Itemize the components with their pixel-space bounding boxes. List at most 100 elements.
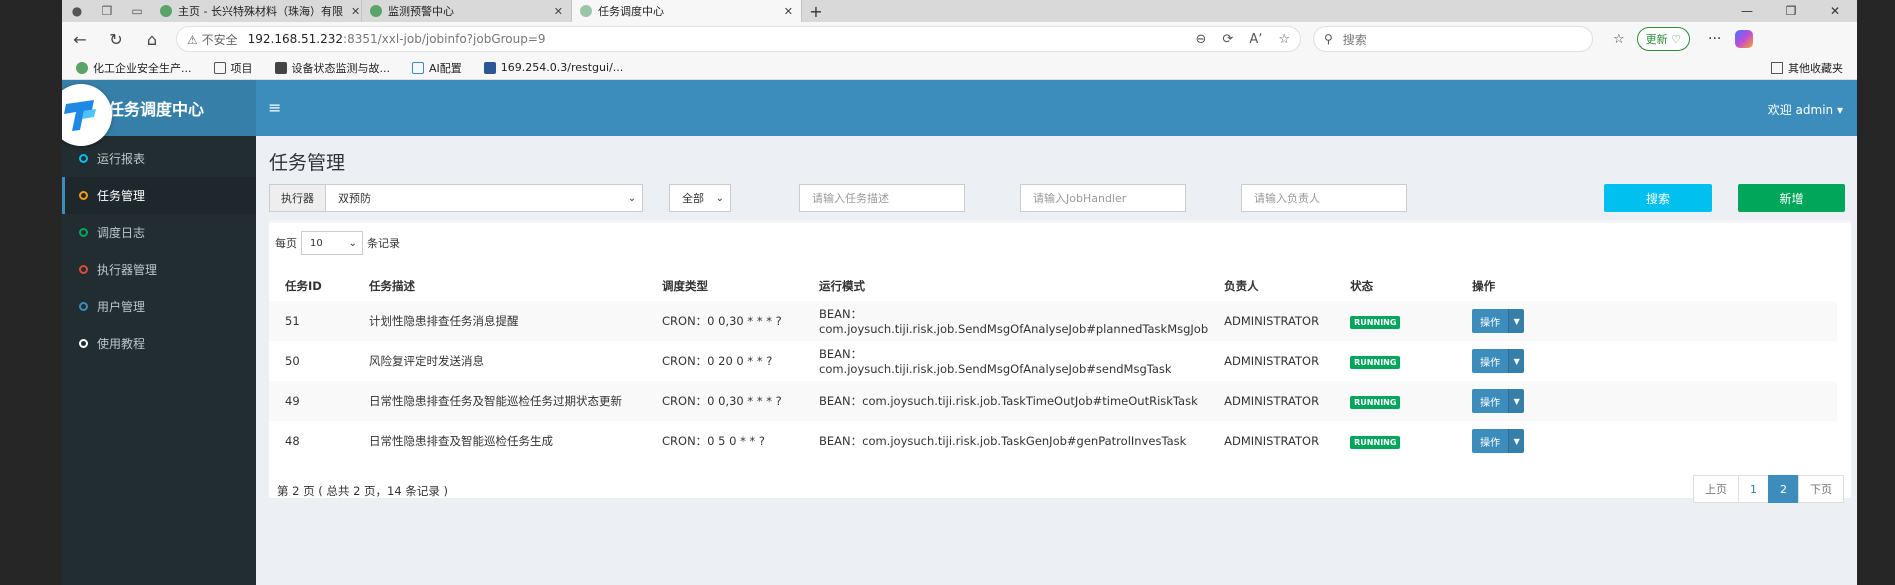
tab-favicon-icon (160, 5, 172, 17)
chevron-down-icon: ⌄ (627, 192, 637, 204)
url-bar[interactable]: ⚠ 不安全 192.168.51.232:8351/xxl-job/jobinf… (176, 26, 1301, 52)
add-button[interactable]: 新增 (1738, 184, 1845, 212)
tab-close-icon[interactable]: ✕ (343, 5, 360, 18)
caret-down-icon[interactable]: ▼ (1508, 309, 1525, 333)
sidebar-item-jobs[interactable]: 任务管理 (62, 177, 256, 214)
tab-home[interactable]: 主页 - 长兴特殊材料（珠海）有限 ✕ (152, 0, 362, 22)
job-author: ADMINISTRATOR (1208, 301, 1335, 341)
operation-dropdown[interactable]: 操作 ▼ (1472, 349, 1525, 373)
bookmark-item[interactable]: 169.254.0.3/restgui/... (483, 61, 623, 74)
executor-select[interactable]: 执行器 双预防 ⌄ (269, 184, 643, 212)
update-button[interactable]: 更新 ♡ (1636, 27, 1691, 51)
sidebar-item-executors[interactable]: 执行器管理 (62, 251, 256, 288)
page-2-button[interactable]: 2 (1768, 475, 1799, 503)
bookmark-item[interactable]: AI配置 (412, 60, 462, 76)
caret-down-icon[interactable]: ▼ (1508, 429, 1525, 453)
tab-label: 任务调度中心 (598, 5, 664, 18)
top-navbar: ≡ 欢迎 admin ▾ (256, 80, 1857, 136)
circle-icon (79, 265, 88, 274)
minimize-icon[interactable]: — (1725, 0, 1769, 22)
filter-bar: 执行器 双预防 ⌄ 全部 ⌄ 请输入任务描述 请输入JobHandler 请输入… (269, 184, 1851, 212)
logo-icon (64, 100, 96, 131)
column-header: 负责人 (1224, 279, 1259, 293)
job-author: ADMINISTRATOR (1208, 381, 1335, 421)
next-page-button[interactable]: 下页 (1798, 475, 1844, 503)
tab-close-icon[interactable]: ✕ (546, 5, 563, 18)
user-menu[interactable]: 欢迎 admin ▾ (1768, 101, 1843, 118)
prev-page-button[interactable]: 上页 (1693, 475, 1739, 503)
operation-dropdown[interactable]: 操作 ▼ (1472, 429, 1525, 453)
job-desc: 风险复评定时发送消息 (369, 354, 484, 368)
close-window-icon[interactable]: ✕ (1813, 0, 1857, 22)
workspaces-icon[interactable]: ❒ (92, 0, 122, 22)
other-bookmarks[interactable]: 其他收藏夹 (1771, 60, 1843, 76)
refresh-icon[interactable]: ↻ (98, 30, 134, 49)
operation-button[interactable]: 操作 (1472, 349, 1509, 373)
search-placeholder: 搜索 (1342, 32, 1367, 47)
sidebar-item-users[interactable]: 用户管理 (62, 288, 256, 325)
caret-down-icon[interactable]: ▼ (1508, 349, 1525, 373)
url-icons: ⊖ ⟳ Aʼ ☆ (1196, 32, 1291, 47)
status-badge: RUNNING (1350, 315, 1401, 329)
tab-actions-icon[interactable]: ▭ (122, 0, 152, 22)
caret-down-icon[interactable]: ▼ (1508, 389, 1525, 413)
more-icon[interactable]: ··· (1708, 31, 1721, 47)
back-icon[interactable]: ← (62, 30, 98, 49)
page-1-button[interactable]: 1 (1738, 475, 1769, 503)
zoom-icon[interactable]: ⊖ (1196, 32, 1207, 47)
job-mode: BEAN：com.joysuch.tiji.risk.job.TaskGenJo… (819, 434, 1187, 448)
tab-monitor[interactable]: 监测预警中心 ✕ (362, 0, 572, 22)
read-aloud-icon[interactable]: Aʼ (1249, 32, 1262, 47)
home-icon[interactable]: ⌂ (134, 30, 170, 49)
search-icon: ⚲ (1324, 32, 1333, 46)
executor-value: 双预防 (338, 192, 371, 205)
chevron-down-icon: ⌄ (348, 237, 357, 249)
search-box[interactable]: ⚲ 搜索 (1313, 26, 1593, 52)
new-tab-icon[interactable]: + (802, 2, 830, 21)
status-badge: RUNNING (1350, 435, 1401, 449)
bookmark-item[interactable]: 化工企业安全生产... (76, 60, 192, 76)
job-table-box: 每页 10⌄ 条记录 任务ID 任务描述 调度类型 运行模式 负责人 状态 操 (269, 220, 1851, 503)
circle-icon (79, 228, 88, 237)
favorites-icon[interactable]: ☆ (1613, 32, 1625, 47)
bookmarks-bar: 化工企业安全生产... 项目 设备状态监测与故... AI配置 169.254.… (62, 56, 1857, 80)
pagination: 上页 1 2 下页 (1693, 475, 1844, 503)
overlay-app-icon[interactable] (62, 84, 112, 146)
operation-button[interactable]: 操作 (1472, 389, 1509, 413)
bookmark-favicon-icon (412, 61, 424, 74)
job-mode: BEAN：com.joysuch.tiji.risk.job.SendMsgOf… (819, 347, 1172, 376)
tab-scheduler[interactable]: 任务调度中心 ✕ (572, 0, 802, 22)
job-handler-input[interactable]: 请输入JobHandler (1020, 184, 1186, 212)
author-input[interactable]: 请输入负责人 (1241, 184, 1407, 212)
tab-close-icon[interactable]: ✕ (776, 5, 793, 18)
status-badge: RUNNING (1350, 355, 1401, 369)
page-size-select[interactable]: 10 ⌄ (301, 231, 363, 255)
status-select[interactable]: 全部 ⌄ (669, 184, 731, 212)
bookmark-folder[interactable]: 项目 (213, 60, 253, 76)
profile-icon[interactable]: ● (62, 0, 92, 22)
table-header-row: 任务ID 任务描述 调度类型 运行模式 负责人 状态 操作 (269, 271, 1837, 301)
sidebar: 任务调度中心 运行报表 任务管理 调度日志 执行器管理 用户管理 使用教程 (62, 80, 256, 585)
restore-icon[interactable]: ❐ (1769, 0, 1813, 22)
url-path: :8351/xxl-job/jobinfo?jobGroup=9 (343, 32, 546, 46)
sync-icon[interactable]: ⟳ (1222, 32, 1233, 47)
job-desc-input[interactable]: 请输入任务描述 (799, 184, 965, 212)
column-header: 调度类型 (662, 279, 708, 293)
sidebar-item-logs[interactable]: 调度日志 (62, 214, 256, 251)
job-desc: 计划性隐患排查任务消息提醒 (353, 301, 646, 341)
security-warning[interactable]: ⚠ 不安全 (187, 31, 238, 48)
menu-toggle-icon[interactable]: ≡ (268, 98, 281, 117)
operation-dropdown[interactable]: 操作 ▼ (1472, 389, 1525, 413)
page-title: 任务管理 (269, 152, 346, 174)
operation-button[interactable]: 操作 (1472, 309, 1509, 333)
sidebar-item-help[interactable]: 使用教程 (62, 325, 256, 362)
operation-dropdown[interactable]: 操作 ▼ (1472, 309, 1525, 333)
operation-button[interactable]: 操作 (1472, 429, 1509, 453)
job-table: 任务ID 任务描述 调度类型 运行模式 负责人 状态 操作 51 计划性隐患排查 (269, 271, 1837, 461)
bookmark-item[interactable]: 设备状态监测与故... (274, 60, 390, 76)
job-mode: BEAN：com.joysuch.tiji.risk.job.TaskTimeO… (803, 381, 1209, 421)
favorite-star-icon[interactable]: ☆ (1278, 32, 1290, 47)
search-button[interactable]: 搜索 (1604, 184, 1712, 212)
copilot-icon[interactable] (1735, 30, 1754, 48)
page-size-control: 每页 10 ⌄ 条记录 (275, 231, 400, 255)
